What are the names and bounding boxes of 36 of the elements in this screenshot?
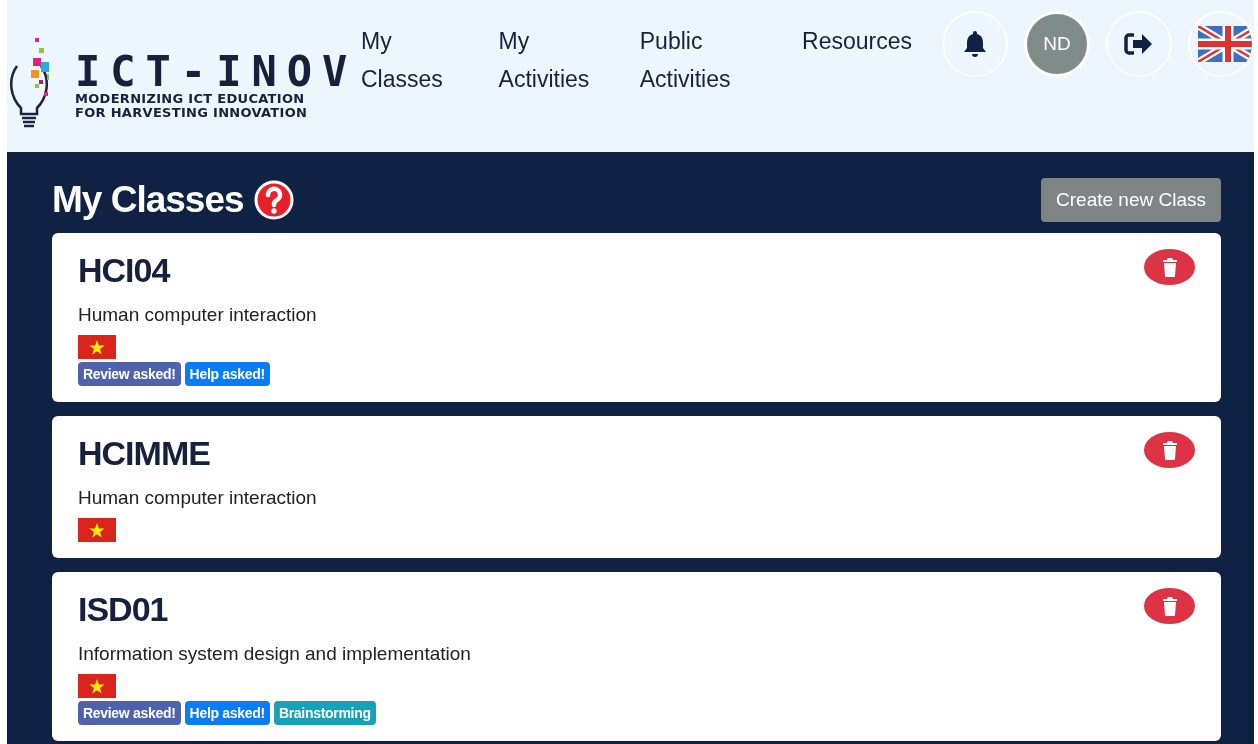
class-code: ISD01 (78, 590, 168, 629)
logo-title: ICT-INOV (75, 52, 358, 92)
flag-icon (78, 674, 116, 698)
page-title: My Classes (52, 179, 244, 221)
class-description: Human computer interaction (78, 304, 318, 326)
help-icon[interactable] (253, 180, 294, 220)
class-card[interactable]: HCI04 Human computer interaction Review asked! Help asked! (52, 233, 1221, 402)
logo-tagline: MODERNIZING ICT EDUCATION (75, 92, 306, 106)
nav-link[interactable]: My Activities (498, 22, 606, 98)
logo-tagline: FOR HARVESTING INNOVATION (75, 106, 309, 120)
flag-icon (78, 335, 116, 359)
status-tag: Review asked! (78, 701, 181, 725)
class-card[interactable]: HCIMME Human computer interaction (52, 416, 1221, 558)
class-description: Human computer interaction (78, 487, 318, 509)
logout-icon (1124, 32, 1154, 56)
create-class-button[interactable]: Create new Class (1041, 178, 1221, 222)
class-code: HCI04 (78, 251, 170, 290)
class-code: HCIMME (78, 434, 210, 473)
class-card[interactable]: ISD01 Information system design and implementation Review asked! Help asked! Brainstorming (52, 572, 1221, 741)
trash-icon (1161, 440, 1178, 460)
flag-icon (78, 518, 116, 542)
delete-button[interactable] (1144, 249, 1195, 285)
status-tag: Review asked! (78, 362, 181, 386)
trash-icon (1161, 257, 1178, 277)
nav-link[interactable]: My Classes (361, 22, 465, 98)
status-tag: Help asked! (184, 362, 270, 386)
bell-icon (963, 30, 987, 58)
delete-button[interactable] (1144, 588, 1195, 624)
delete-button[interactable] (1144, 432, 1195, 468)
nav-link[interactable]: Public Activities (639, 22, 763, 98)
uk-flag-icon (1198, 26, 1252, 62)
class-description: Information system design and implementation (78, 643, 472, 665)
trash-icon (1161, 596, 1178, 616)
status-tag: Brainstorming (273, 701, 376, 725)
nav-link[interactable]: Resources (802, 22, 912, 98)
status-tag: Help asked! (184, 701, 270, 725)
